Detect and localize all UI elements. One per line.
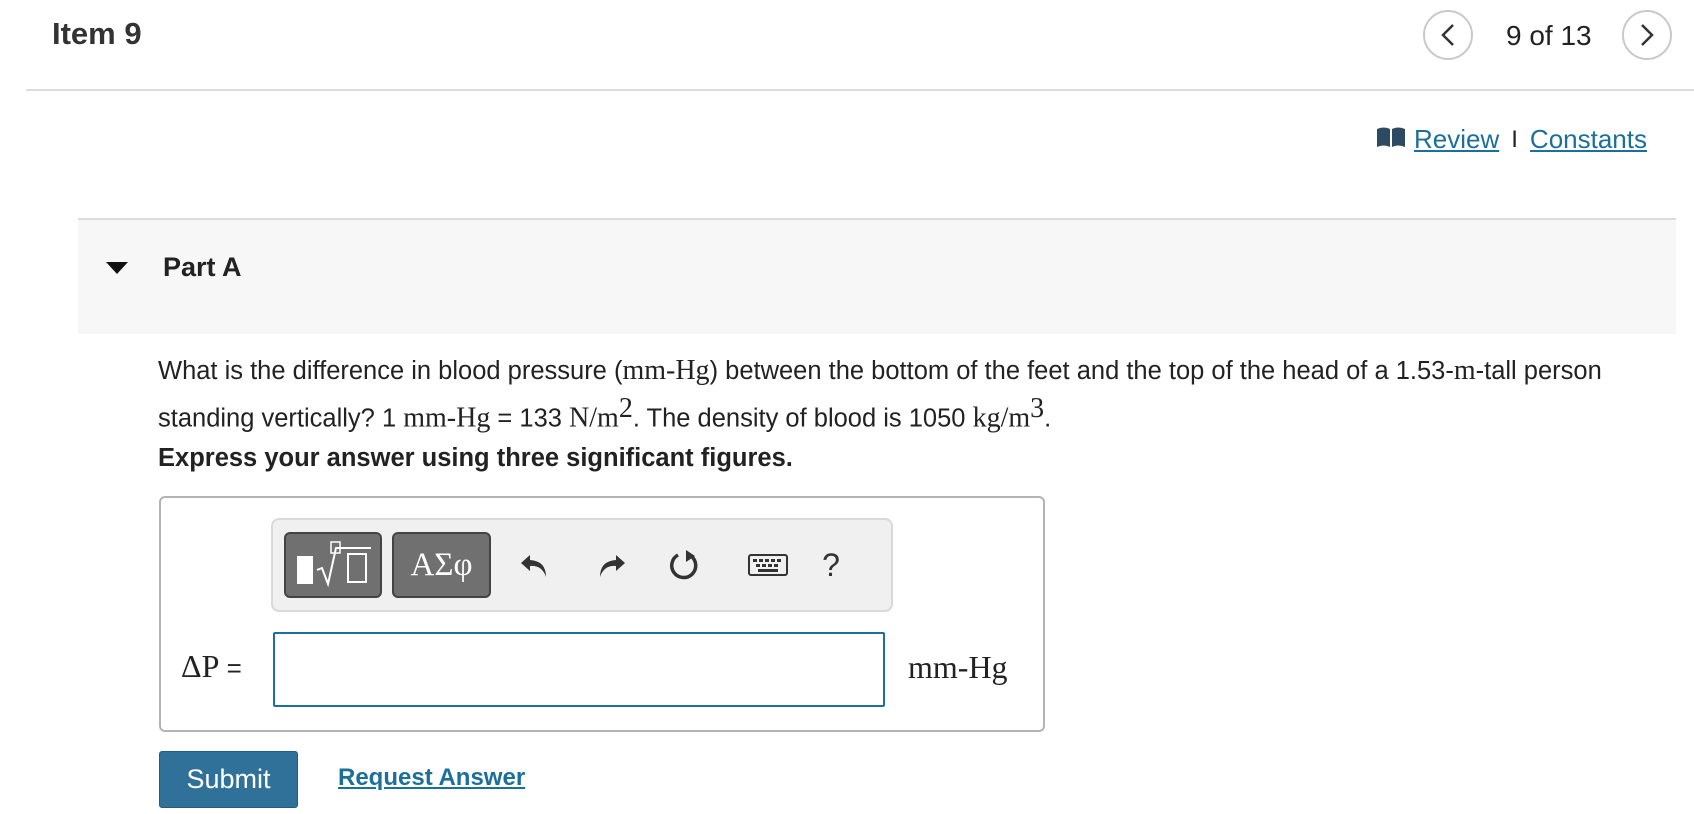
pager-text: 9 of 13 xyxy=(1506,20,1592,51)
item-title: Item 9 xyxy=(52,16,142,51)
chevron-left-icon xyxy=(1441,24,1454,46)
request-answer-link[interactable]: Request Answer xyxy=(338,764,525,792)
keyboard-icon xyxy=(748,554,788,576)
reset-button[interactable] xyxy=(660,540,710,590)
constants-link[interactable]: Constants xyxy=(1530,124,1647,155)
review-link-label[interactable]: Review xyxy=(1414,124,1499,154)
answer-unit: mm-Hg xyxy=(908,649,1008,685)
answer-variable-label: ΔP = xyxy=(181,648,242,684)
undo-icon xyxy=(521,555,546,577)
answer-instruction: Express your answer using three signific… xyxy=(158,444,793,472)
link-separator: I xyxy=(1511,125,1518,153)
next-item-button[interactable] xyxy=(1622,10,1672,60)
greek-letters-button[interactable]: ΑΣφ xyxy=(392,532,491,598)
keyboard-button[interactable] xyxy=(733,540,803,590)
part-header-panel xyxy=(78,218,1676,334)
question-text: What is the difference in blood pressure… xyxy=(158,355,1602,434)
help-button[interactable]: ? xyxy=(806,540,856,590)
header-divider xyxy=(26,89,1694,91)
part-title: Part A xyxy=(163,252,242,282)
redo-icon xyxy=(600,555,625,577)
review-link[interactable]: Review xyxy=(1376,124,1499,155)
undo-button[interactable] xyxy=(509,540,559,590)
redo-button[interactable] xyxy=(587,540,637,590)
templates-button[interactable] xyxy=(284,532,382,598)
submit-button[interactable]: Submit xyxy=(159,751,298,808)
templates-icon xyxy=(297,541,371,588)
collapse-caret-icon[interactable] xyxy=(106,262,128,274)
book-icon xyxy=(1377,127,1405,147)
chevron-right-icon xyxy=(1641,24,1654,46)
previous-item-button[interactable] xyxy=(1423,10,1473,60)
page: Item 9 9 of 13 Review I Constants Part A… xyxy=(0,0,1694,814)
resource-links: Review I Constants xyxy=(1376,124,1647,155)
reset-icon xyxy=(670,550,698,580)
answer-input[interactable] xyxy=(273,632,885,707)
